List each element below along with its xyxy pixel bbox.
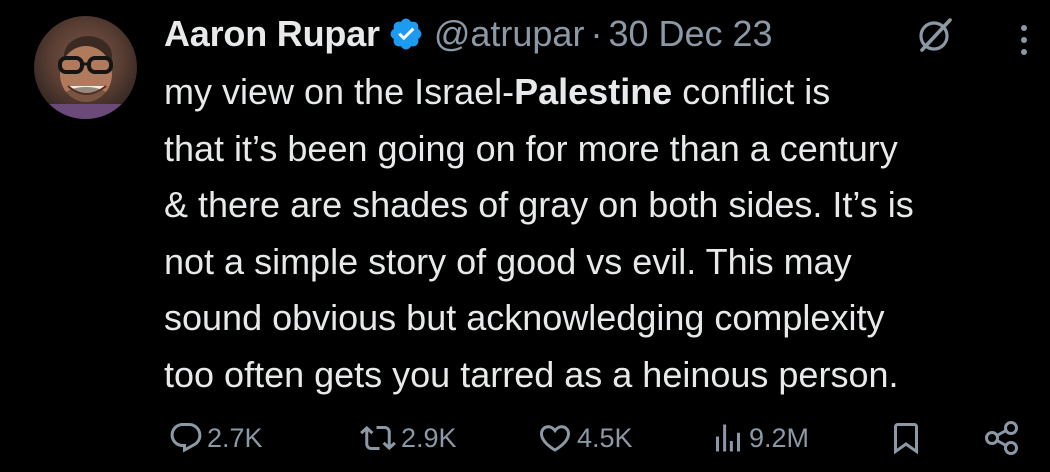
avatar-photo xyxy=(34,36,137,119)
repost-button[interactable]: 2.9K xyxy=(358,410,457,466)
action-bar: 2.7K 2.9K 4.5K 9.2M xyxy=(0,410,1050,466)
avatar[interactable] xyxy=(34,16,137,119)
like-button[interactable]: 4.5K xyxy=(536,410,633,466)
share-icon xyxy=(982,418,1022,458)
bookmark-button[interactable] xyxy=(888,410,924,466)
tweet-text-line: that it’s been going on for more than a … xyxy=(164,127,898,169)
tweet-text-line: & there are shades of gray on both sides… xyxy=(164,184,914,225)
author-name[interactable]: Aaron Rupar xyxy=(164,13,380,55)
like-count: 4.5K xyxy=(577,422,633,453)
verified-badge-icon xyxy=(388,16,424,52)
tweet-header: Aaron Rupar @atrupar · 30 Dec 23 xyxy=(164,12,773,56)
text-segment: conflict is xyxy=(672,71,831,112)
separator: · xyxy=(590,13,603,54)
tweet-text-line: too often gets you tarred as a heinous p… xyxy=(164,353,899,395)
reply-button[interactable]: 2.7K xyxy=(168,410,263,466)
tweet-text: my view on the Israel-Palestine conflict… xyxy=(164,64,1044,403)
tweet-text-line: not a simple story of good vs evil. This… xyxy=(164,240,852,282)
views-icon xyxy=(710,420,746,456)
text-segment: my view on the Israel- xyxy=(164,71,515,112)
highlighted-term: Palestine xyxy=(514,71,673,112)
more-icon[interactable] xyxy=(1014,22,1034,58)
tweet-text-line: sound obvious but acknowledging complexi… xyxy=(164,297,885,338)
reply-count: 2.7K xyxy=(207,422,263,453)
like-icon xyxy=(536,420,574,456)
views-count: 9.2M xyxy=(749,422,810,453)
bookmark-icon xyxy=(888,419,924,457)
share-button[interactable] xyxy=(982,410,1022,466)
tweet-text-line: my view on the Israel-Palestine conflict… xyxy=(164,64,1044,121)
author-handle[interactable]: @atrupar xyxy=(434,13,585,55)
views-button[interactable]: 9.2M xyxy=(710,410,809,466)
tweet: Aaron Rupar @atrupar · 30 Dec 23 my view… xyxy=(0,0,1050,472)
reply-icon xyxy=(168,420,204,456)
grok-icon[interactable] xyxy=(915,14,957,56)
repost-count: 2.9K xyxy=(401,422,457,453)
tweet-date[interactable]: 30 Dec 23 xyxy=(608,13,772,55)
repost-icon xyxy=(358,420,398,456)
